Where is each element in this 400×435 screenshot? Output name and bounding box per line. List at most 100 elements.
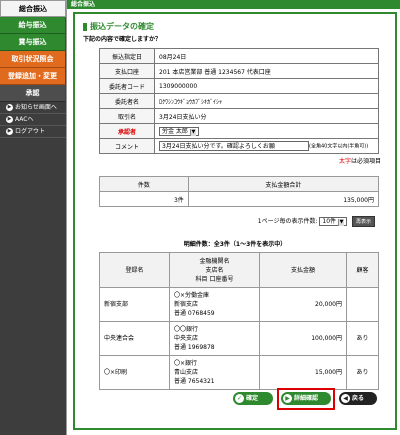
perpage-selected: 10件 <box>322 218 337 225</box>
required-note: 太字は必須項目 <box>83 156 387 165</box>
value-consignor-code: 1309000000 <box>154 78 379 94</box>
summary-count: 3件 <box>99 191 189 207</box>
row-account: 普通 1969878 <box>174 344 215 351</box>
detail-table: 登録名 金融機関名 支店名 科目 口座番号 支払金額 顧客 新宿支部 〇×労働金庫新… <box>99 252 379 390</box>
comment-cell: 3月24日支払い分です。確認よろしくお願 (全角40文字以内(半角可)) <box>154 138 379 154</box>
table-row: 新宿支部 〇×労働金庫 新宿支店 普通 0768459 20,000円 <box>99 287 379 322</box>
arrow-right-icon: ▶ <box>6 104 13 111</box>
detail-header: 登録名 金融機関名 支店名 科目 口座番号 支払金額 顧客 <box>99 252 379 288</box>
form-row: 承認者 労金 太郎 ▼ <box>99 123 379 139</box>
summary-row: 3件 135,000円 <box>99 191 380 207</box>
subnav-aac[interactable]: ▶ AACへ <box>0 114 66 126</box>
redisplay-button[interactable]: 再表示 <box>351 216 375 227</box>
row-name: 新宿支部 <box>99 287 170 322</box>
nav-item-general-transfer[interactable]: 総合振込 <box>0 0 66 17</box>
row-amount: 100,000円 <box>259 321 347 356</box>
row-fee: あり <box>346 321 379 356</box>
label-approver: 承認者 <box>99 123 155 139</box>
perpage-label: 1ページ毎の表示件数: <box>257 218 318 225</box>
action-bar: ✓ 確定 ▶ 詳細確認 ◀ 戻る <box>233 388 383 410</box>
value-payment-account: 201 本店営業部 普通 1234567 代表口座 <box>154 63 379 79</box>
arrow-right-icon: ▶ <box>6 116 13 123</box>
subnav-aac-label: AACへ <box>15 116 34 123</box>
chevron-down-icon: ▼ <box>338 219 345 226</box>
row-branch: 青山支店 <box>174 369 199 376</box>
row-name: 中央連合会 <box>99 321 170 356</box>
page-title: 振込データの確定 <box>83 21 387 32</box>
required-note-bold: 太字 <box>338 158 351 165</box>
row-account: 普通 0768459 <box>174 310 215 317</box>
summary-header-count: 件数 <box>99 176 189 192</box>
nav-item-approval[interactable]: 承認 <box>0 85 66 102</box>
arrow-right-icon: ▶ <box>283 394 292 403</box>
sidebar: 総合振込 給与振込 賞与振込 取引状況照会 登録追加・変更 承認 ▶ お知らせ画面… <box>0 0 66 435</box>
table-row: 〇×印刷 〇×銀行 青山支店 普通 7654321 15,000円 あり <box>99 355 379 390</box>
row-fee <box>346 287 379 322</box>
value-transfer-date: 08月24日 <box>154 48 379 64</box>
page-title-text: 振込データの確定 <box>90 22 154 31</box>
arrow-right-icon: ▶ <box>6 128 13 135</box>
detail-header-amount: 支払金額 <box>259 252 347 288</box>
summary-total: 135,000円 <box>187 191 380 207</box>
nav-item-transaction-status[interactable]: 取引状況照会 <box>0 51 66 68</box>
chevron-down-icon: ▼ <box>189 128 196 136</box>
comment-input[interactable]: 3月24日支払い分です。確認よろしくお願 <box>159 141 309 151</box>
summary-header: 件数 支払金額合計 <box>99 176 380 192</box>
required-note-rest: は必須項目 <box>350 158 381 165</box>
label-payment-account: 支払口座 <box>99 63 155 79</box>
form-row: 委託者コード 1309000000 <box>99 78 379 94</box>
approver-select[interactable]: 労金 太郎 ▼ <box>159 126 199 136</box>
topbar-title: 総合振込 <box>67 0 400 9</box>
summary-header-total: 支払金額合計 <box>187 176 380 192</box>
nav-item-bonus-transfer[interactable]: 賞与振込 <box>0 34 66 51</box>
row-branch: 新宿支店 <box>174 301 199 308</box>
detail-header-name: 登録名 <box>99 252 170 288</box>
value-transaction-name: 3月24日支払い分 <box>154 108 379 124</box>
perpage-select[interactable]: 10件 ▼ <box>319 217 348 226</box>
transfer-form: 振込指定日 08月24日 支払口座 201 本店営業部 普通 1234567 代表口… <box>99 48 379 154</box>
form-row: 委託者名 ﾛｸﾜｼﾝｺｳｷﾞｮｳｶﾌﾞｼｷｶﾞｲｼｬ <box>99 93 379 109</box>
form-row: コメント 3月24日支払い分です。確認よろしくお願 (全角40文字以内(半角可)) <box>99 138 379 154</box>
nav-item-registration[interactable]: 登録追加・変更 <box>0 68 66 85</box>
form-row: 支払口座 201 本店営業部 普通 1234567 代表口座 <box>99 63 379 79</box>
detail-header-bank: 金融機関名 支店名 科目 口座番号 <box>169 252 260 288</box>
value-consignor-name: ﾛｸﾜｼﾝｺｳｷﾞｮｳｶﾌﾞｼｷｶﾞｲｼｬ <box>154 93 379 109</box>
label-consignor-code: 委託者コード <box>99 78 155 94</box>
perpage-control: 1ページ毎の表示件数: 10件 ▼ 再表示 <box>83 216 387 227</box>
arrow-left-icon: ◀ <box>341 394 350 403</box>
detail-header-bank3: 科目 口座番号 <box>195 275 234 283</box>
row-bank: 〇×銀行 青山支店 普通 7654321 <box>169 355 260 390</box>
detail-header-bank2: 支店名 <box>205 266 224 274</box>
title-bullet <box>83 22 87 31</box>
row-fee: あり <box>346 355 379 390</box>
label-consignor-name: 委託者名 <box>99 93 155 109</box>
row-branch: 中央支店 <box>174 335 199 342</box>
subnav-logout[interactable]: ▶ ログアウト <box>0 126 66 138</box>
table-row: 中央連合会 〇〇銀行中央支店普通 1969878 100,000円 あり <box>99 321 379 356</box>
comment-hint: (全角40文字以内(半角可)) <box>309 143 369 150</box>
subnav-notices-label: お知らせ画面へ <box>15 104 57 111</box>
subnav-logout-label: ログアウト <box>15 128 46 135</box>
label-comment: コメント <box>99 138 155 154</box>
back-label: 戻る <box>352 395 365 402</box>
check-icon: ✓ <box>235 394 244 403</box>
form-row: 振込指定日 08月24日 <box>99 48 379 64</box>
form-row: 取引名 3月24日支払い分 <box>99 108 379 124</box>
detail-check-label: 詳細確認 <box>294 395 319 402</box>
subnav-notices[interactable]: ▶ お知らせ画面へ <box>0 102 66 114</box>
approver-cell: 労金 太郎 ▼ <box>154 123 379 139</box>
confirm-button[interactable]: ✓ 確定 <box>233 392 273 405</box>
detail-header-fee: 顧客 <box>346 252 379 288</box>
row-bank-name: 〇〇銀行 <box>174 326 199 333</box>
nav-item-salary-transfer[interactable]: 給与振込 <box>0 17 66 34</box>
page-subtitle: 下記の内容で確定しますか？ <box>83 36 162 43</box>
back-button[interactable]: ◀ 戻る <box>339 392 377 405</box>
row-amount: 20,000円 <box>259 287 347 322</box>
detail-check-button[interactable]: ▶ 詳細確認 <box>281 392 331 405</box>
confirm-label: 確定 <box>246 395 259 402</box>
detail-title: 明細件数：全3件（1～3件を表示中） <box>183 241 287 248</box>
approver-selected: 労金 太郎 <box>162 127 188 135</box>
label-transfer-date: 振込指定日 <box>99 48 155 64</box>
row-amount: 15,000円 <box>259 355 347 390</box>
row-bank: 〇×労働金庫 新宿支店 普通 0768459 <box>169 287 260 322</box>
